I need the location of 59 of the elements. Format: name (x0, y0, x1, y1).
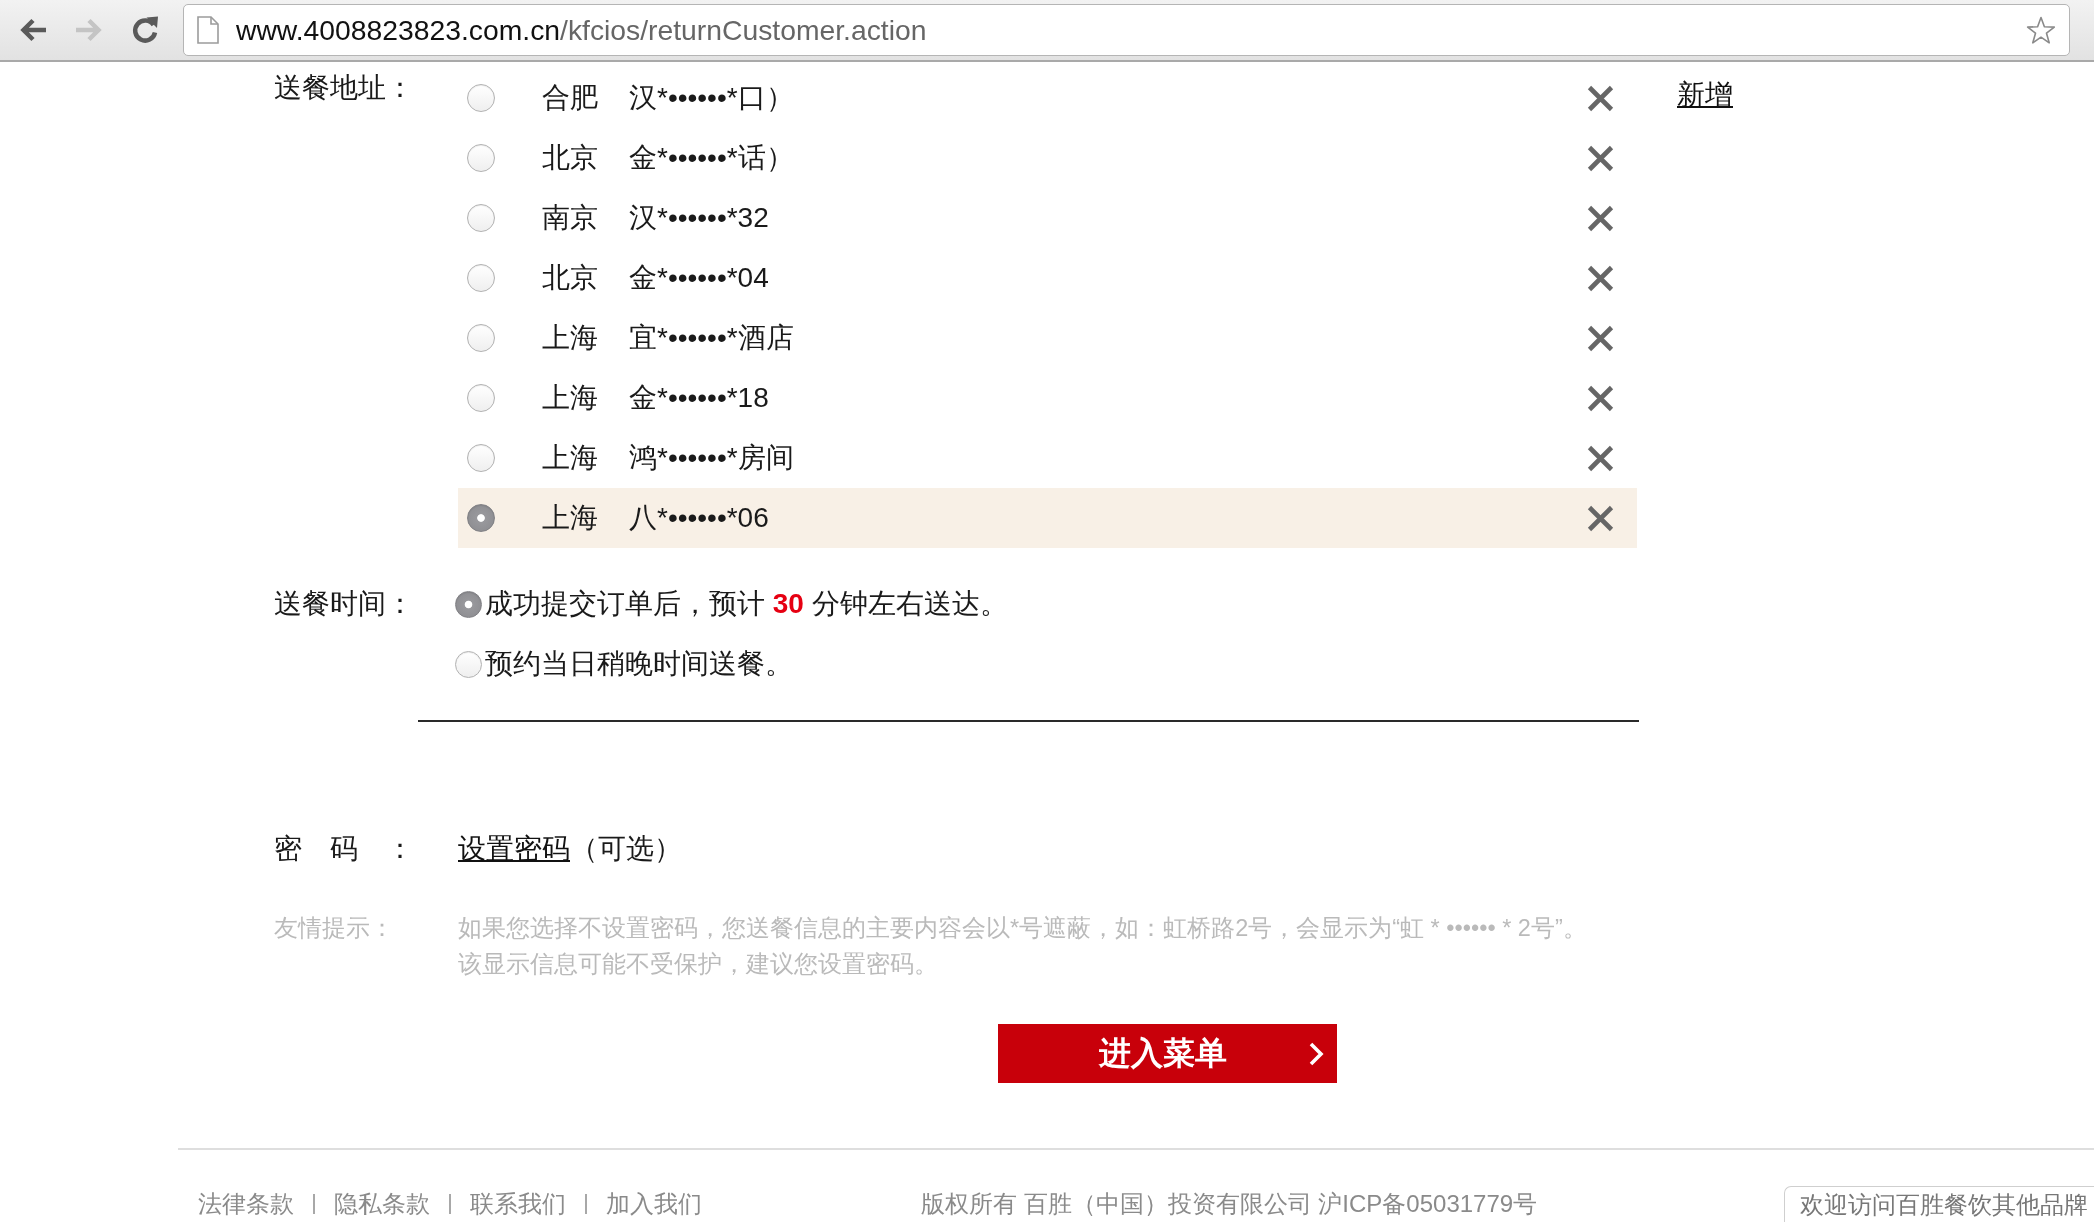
address-text: 金*••••••*04 (629, 261, 769, 295)
brands-button[interactable]: 欢迎访问百胜餐饮其他品牌 (1784, 1186, 2094, 1222)
tip-text: 该显示信息可能不受保护，建议您设置密码。 (458, 950, 938, 979)
radio-button[interactable] (467, 144, 495, 172)
field-label: 密 码 ： (274, 832, 414, 866)
cross-icon[interactable] (1587, 84, 1614, 112)
address-text: 汉*••••••*32 (629, 201, 769, 235)
radio-button[interactable] (467, 324, 495, 352)
address-text: 金*••••••*话） (629, 141, 794, 175)
add-link[interactable]: 新增 (1677, 77, 1733, 113)
radio-button[interactable] (467, 84, 495, 112)
city-text: 上海 (542, 381, 598, 415)
city-text: 上海 (542, 441, 598, 475)
cross-icon[interactable] (1587, 264, 1614, 292)
footer-link[interactable]: 加入我们 (606, 1186, 702, 1222)
radio-button[interactable] (455, 650, 482, 678)
city-text: 北京 (542, 261, 598, 295)
set-password-link[interactable]: 设置密码 (458, 833, 570, 864)
cross-icon[interactable] (1587, 204, 1614, 232)
page-icon (197, 16, 219, 44)
back-icon[interactable] (18, 17, 48, 43)
radio-button[interactable] (467, 504, 495, 532)
footer-link[interactable]: 法律条款 (198, 1186, 294, 1222)
cross-icon[interactable] (1587, 444, 1614, 472)
city-text: 北京 (542, 141, 598, 175)
footer-link[interactable]: 隐私条款 (334, 1186, 430, 1222)
radio-button[interactable] (467, 264, 495, 292)
cross-icon[interactable] (1587, 384, 1614, 412)
city-text: 上海 (542, 321, 598, 355)
reload-icon[interactable] (130, 15, 160, 45)
address-text: 宜*••••••*酒店 (629, 321, 794, 355)
cross-icon[interactable] (1587, 324, 1614, 352)
footer-link[interactable]: 联系我们 (470, 1186, 566, 1222)
address-bar[interactable]: www.4008823823.com.cn/kfcios/returnCustomer.action (183, 4, 2070, 56)
field-label: 送餐地址： (274, 71, 414, 105)
city-text: 南京 (542, 201, 598, 235)
option-text: 成功提交订单后，预计 30 分钟左右送达。 (485, 587, 1008, 621)
address-text: 八*••••••*06 (629, 501, 769, 535)
option-text: 预约当日稍晚时间送餐。 (485, 647, 793, 681)
optional-note: （可选） (570, 833, 682, 864)
tip-label: 友情提示： (274, 914, 394, 943)
url-text: www.4008823823.com.cn/kfcios/returnCustomer.action (236, 13, 927, 47)
enter-menu-button[interactable]: 进入菜单 (998, 1024, 1337, 1083)
cross-icon[interactable] (1587, 144, 1614, 172)
radio-button[interactable] (455, 590, 482, 618)
city-text: 合肥 (542, 81, 598, 115)
radio-button[interactable] (467, 204, 495, 232)
address-text: 汉*••••••*口） (629, 81, 794, 115)
address-text: 金*••••••*18 (629, 381, 769, 415)
radio-button[interactable] (467, 444, 495, 472)
field-label: 送餐时间： (274, 587, 414, 621)
tip-text: 如果您选择不设置密码，您送餐信息的主要内容会以*号遮蔽，如：虹桥路2号，会显示为“虹 * •••••• * 2号”。 (458, 914, 1587, 943)
copyright-text: 版权所有 百胜（中国）投资有限公司 沪ICP备05031779号 (921, 1189, 1538, 1219)
radio-button[interactable] (467, 384, 495, 412)
chevron-icon (1308, 1040, 1324, 1067)
address-text: 鸿*••••••*房间 (629, 441, 794, 475)
cross-icon[interactable] (1587, 504, 1614, 532)
city-text: 上海 (542, 501, 598, 535)
star-icon[interactable] (2026, 15, 2056, 45)
